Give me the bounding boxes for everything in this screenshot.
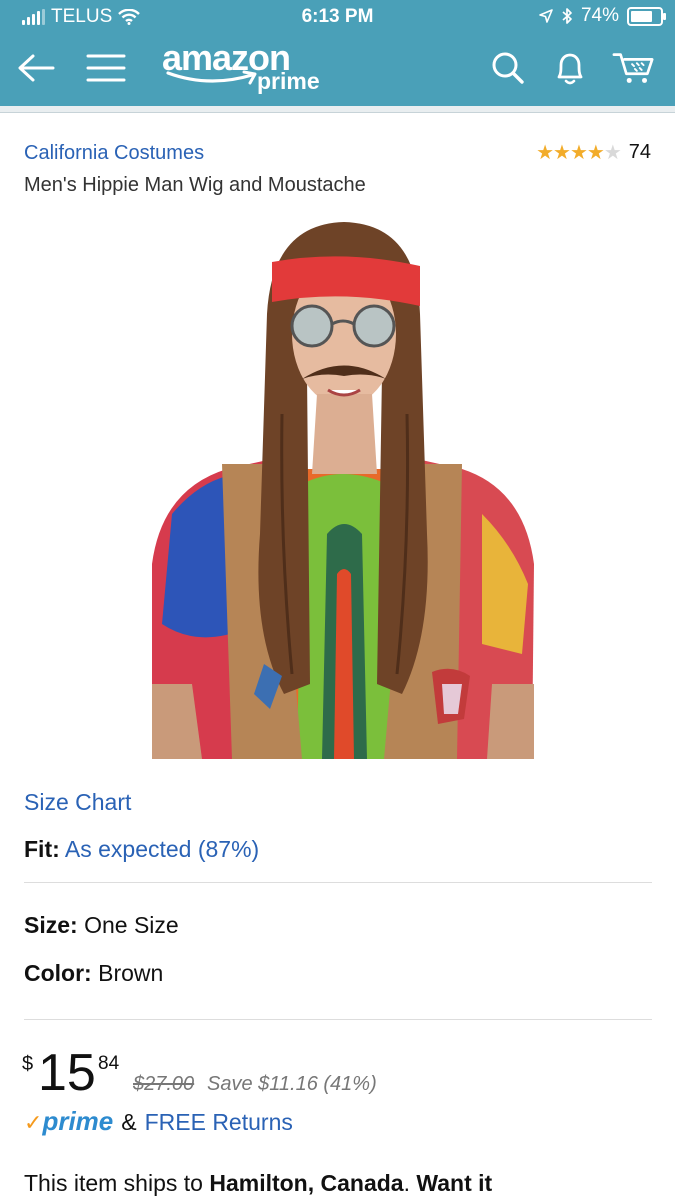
list-price: $27.00 <box>133 1073 195 1095</box>
battery-icon <box>627 6 666 26</box>
price-fraction: 84 <box>98 1053 120 1074</box>
bluetooth-icon <box>562 8 572 24</box>
price-currency: $ <box>22 1053 34 1075</box>
size-value: One Size <box>84 912 179 938</box>
color-value: Brown <box>98 960 164 986</box>
battery-percent: 74% <box>580 5 619 26</box>
savings-text: Save $11.16 (41%) <box>207 1073 377 1095</box>
size-chart-link[interactable]: Size Chart <box>24 789 131 816</box>
size-label: Size: <box>24 912 78 938</box>
bell-icon[interactable] <box>548 46 592 90</box>
menu-icon[interactable] <box>84 46 128 90</box>
rating-summary[interactable]: ★★★★★ 74 <box>536 141 651 164</box>
color-label: Color: <box>24 960 92 986</box>
fit-label: Fit: <box>24 836 60 862</box>
ships-cta: Want it <box>416 1170 493 1196</box>
location-icon <box>539 9 553 23</box>
star-rating: ★★★★★ <box>536 141 622 164</box>
cart-icon[interactable] <box>612 46 656 90</box>
star-filled-icon: ★ <box>586 141 605 164</box>
star-filled-icon: ★ <box>553 141 571 164</box>
color-row[interactable]: Color: Brown <box>24 960 163 987</box>
fit-value-link[interactable]: As expected (87%) <box>65 836 259 862</box>
free-returns-link[interactable]: FREE Returns <box>145 1109 293 1136</box>
brand-link[interactable]: California Costumes <box>24 142 204 165</box>
logo-smile-icon <box>166 70 257 85</box>
star-empty-icon: ★ <box>603 141 622 164</box>
product-title: Men's Hippie Man Wig and Moustache <box>24 174 366 196</box>
star-filled-icon: ★ <box>536 141 554 164</box>
search-icon[interactable] <box>486 46 530 90</box>
app-header: amazon prime <box>0 34 675 106</box>
shipping-message: This item ships to Hamilton, Canada. Wan… <box>24 1170 492 1197</box>
status-bar: TELUS 6:13 PM 74% <box>0 0 675 34</box>
subnav-strip <box>0 106 675 113</box>
rating-count: 74 <box>628 141 651 163</box>
size-row[interactable]: Size: One Size <box>24 912 179 939</box>
divider <box>24 1019 652 1020</box>
star-filled-icon: ★ <box>569 141 588 164</box>
product-image[interactable] <box>152 214 534 759</box>
fit-row: Fit: As expected (87%) <box>24 836 259 863</box>
prime-check-icon: ✓ <box>24 1110 43 1135</box>
prime-shipping: ✓ prime & FREE Returns <box>24 1106 293 1137</box>
ships-location[interactable]: Hamilton, Canada <box>209 1170 403 1196</box>
price-whole: 15 <box>38 1044 96 1102</box>
logo-prime: prime <box>257 68 320 94</box>
divider <box>24 882 652 883</box>
ampersand: & <box>121 1109 137 1135</box>
back-arrow-icon[interactable] <box>14 46 58 90</box>
amazon-prime-logo[interactable]: amazon prime <box>162 38 320 95</box>
ships-mid: . <box>403 1170 417 1196</box>
prime-badge[interactable]: prime <box>42 1106 113 1137</box>
ships-prefix: This item ships to <box>24 1170 210 1196</box>
